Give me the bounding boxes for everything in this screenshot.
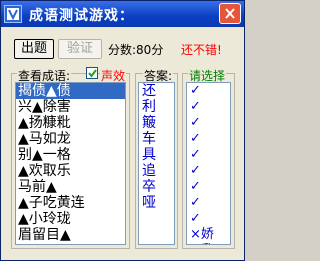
choice-list-item[interactable]: ✓ <box>187 147 230 163</box>
score-label: 分数:80分 <box>108 43 164 57</box>
answer-list[interactable]: 还利簸车具追卒哑 <box>138 82 175 245</box>
close-icon <box>225 8 235 19</box>
choice-list-item[interactable]: ✓ <box>187 179 230 195</box>
choice-list-item[interactable]: ×娇 <box>187 227 230 243</box>
choice-list-item[interactable]: ×乱 <box>187 243 230 244</box>
start-button[interactable]: 出题 <box>14 39 54 59</box>
idiom-list-item[interactable]: 马前▲ <box>16 179 125 195</box>
answer-list-item[interactable]: 还 <box>139 83 174 99</box>
choice-list-item[interactable]: ✓ <box>187 195 230 211</box>
idiom-list-item[interactable]: 眉留目▲ <box>16 227 125 243</box>
choice-list-item[interactable]: ✓ <box>187 131 230 147</box>
game-window: 成语测试游戏： 出题 验证 分数:80分 还不错! 查看成语: 声效 答案: 请… <box>0 0 245 261</box>
answer-list-item[interactable]: 簸 <box>139 115 174 131</box>
idiom-list[interactable]: 揭债▲债 兴▲除害 ▲扬糠粃 ▲马如龙 别▲一格 ▲欢取乐 马前▲ ▲子吃黄连 ▲小玲珑 眉留目▲ <box>15 82 126 245</box>
answer-list-item[interactable]: 哑 <box>139 195 174 211</box>
sound-checkbox[interactable] <box>86 67 98 79</box>
idiom-list-item[interactable]: 兴▲除害 <box>16 99 125 115</box>
idiom-list-item[interactable]: ▲欢取乐 <box>16 163 125 179</box>
answer-list-item[interactable]: 具 <box>139 147 174 163</box>
idiom-list-item[interactable]: ▲马如龙 <box>16 131 125 147</box>
praise-label: 还不错! <box>181 43 222 57</box>
choice-list-item[interactable]: ✓ <box>187 83 230 99</box>
title-bar[interactable]: 成语测试游戏： <box>1 1 244 27</box>
idiom-list-item[interactable]: 别▲一格 <box>16 147 125 163</box>
choice-list-item[interactable]: ✓ <box>187 115 230 131</box>
choice-list-item[interactable]: ✓ <box>187 211 230 227</box>
idiom-list-item[interactable]: ▲小玲珑 <box>16 211 125 227</box>
answer-list-item[interactable]: 利 <box>139 99 174 115</box>
choice-list-item[interactable]: ✓ <box>187 99 230 115</box>
choice-list[interactable]: ✓✓✓✓✓✓✓✓✓×娇×乱 <box>186 82 231 245</box>
idiom-list-item[interactable]: 揭债▲债 <box>16 83 125 99</box>
app-icon <box>4 5 22 23</box>
idiom-list-item[interactable]: ▲扬糠粃 <box>16 115 125 131</box>
close-button[interactable] <box>219 3 241 24</box>
answer-list-item[interactable]: 车 <box>139 131 174 147</box>
answer-list-item[interactable]: 卒 <box>139 179 174 195</box>
check-icon <box>88 69 97 78</box>
verify-button[interactable]: 验证 <box>58 39 102 59</box>
answer-list-item[interactable]: 追 <box>139 163 174 179</box>
window-title: 成语测试游戏： <box>29 8 134 24</box>
choice-list-item[interactable]: ✓ <box>187 163 230 179</box>
idiom-list-item[interactable]: ▲子吃黄连 <box>16 195 125 211</box>
